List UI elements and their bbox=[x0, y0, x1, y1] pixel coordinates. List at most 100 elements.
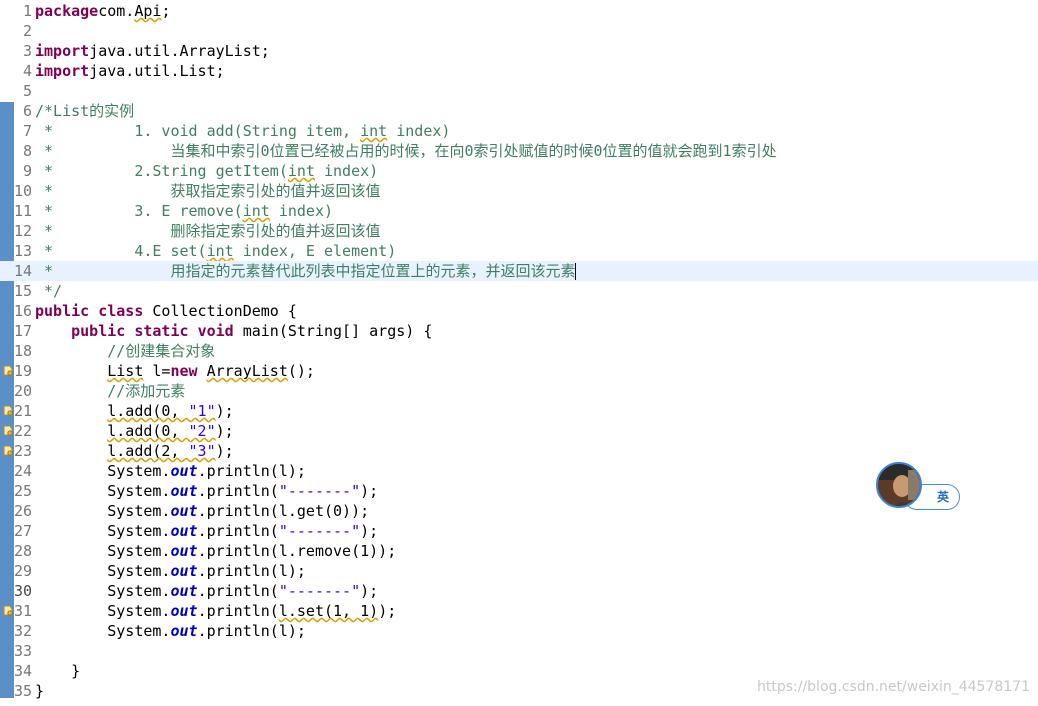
code-line[interactable]: 34 } bbox=[0, 661, 1038, 681]
line-number[interactable]: 18 bbox=[0, 341, 32, 361]
code-line[interactable]: 31 System.out.println(l.set(1, 1)); bbox=[0, 601, 1038, 621]
code-token: ; bbox=[161, 2, 171, 20]
code-token: (); bbox=[287, 362, 315, 380]
warning-marker-icon[interactable] bbox=[3, 605, 13, 616]
line-number[interactable]: 35 bbox=[0, 681, 32, 701]
code-line[interactable]: 13 * 4.E set(int index, E element) bbox=[0, 241, 1038, 261]
code-line[interactable]: 22 l.add(0, "2"); bbox=[0, 421, 1038, 441]
code-line[interactable]: 32 System.out.println(l); bbox=[0, 621, 1038, 641]
code-line[interactable]: 8 * 当集和中索引0位置已经被占用的时候，在向0索引处赋值的时候0位置的值就会… bbox=[0, 141, 1038, 161]
code-token: out bbox=[170, 582, 198, 600]
code-token: } bbox=[35, 682, 45, 700]
code-text: */ bbox=[35, 281, 62, 301]
code-token: "2" bbox=[188, 422, 216, 440]
code-text: * 当集和中索引0位置已经被占用的时候，在向0索引处赋值的时候0位置的值就会跑到… bbox=[35, 141, 777, 161]
line-number[interactable]: 29 bbox=[0, 561, 32, 581]
line-number[interactable]: 9 bbox=[0, 161, 32, 181]
line-number[interactable]: 20 bbox=[0, 381, 32, 401]
line-number[interactable]: 6 bbox=[0, 101, 32, 121]
line-number[interactable]: 5 bbox=[0, 81, 32, 101]
code-token: //添加元素 bbox=[35, 382, 186, 400]
line-number[interactable]: 2 bbox=[0, 21, 32, 41]
code-line[interactable]: 18 //创建集合对象 bbox=[0, 341, 1038, 361]
code-token: System. bbox=[35, 602, 171, 620]
line-number[interactable]: 11 bbox=[0, 201, 32, 221]
code-line[interactable]: 4 importjava.util.List; bbox=[0, 61, 1038, 81]
warning-marker-icon[interactable] bbox=[3, 425, 13, 436]
code-line[interactable]: 12 * 删除指定索引处的值并返回该值 bbox=[0, 221, 1038, 241]
line-number[interactable]: 16 bbox=[0, 301, 32, 321]
code-editor[interactable]: 1 packagecom.Api; 2 3 importjava.util.ArrayL… bbox=[0, 0, 1038, 706]
code-token: public bbox=[35, 302, 90, 320]
code-line[interactable]: 9 * 2.String getItem(int index) bbox=[0, 161, 1038, 181]
code-line[interactable]: 5 bbox=[0, 81, 1038, 101]
code-line[interactable]: 28 System.out.println(l.remove(1)); bbox=[0, 541, 1038, 561]
line-number[interactable]: 14 bbox=[0, 261, 32, 281]
code-line[interactable]: 3 importjava.util.ArrayList; bbox=[0, 41, 1038, 61]
code-token: out bbox=[170, 522, 198, 540]
code-text: * 获取指定索引处的值并返回该值 bbox=[35, 181, 380, 201]
code-line[interactable]: 23 l.add(2, "3"); bbox=[0, 441, 1038, 461]
code-token: l.set(1, 1) bbox=[278, 602, 379, 620]
warning-marker-icon[interactable] bbox=[3, 405, 13, 416]
line-number[interactable]: 1 bbox=[0, 1, 32, 21]
code-text: System.out.println(l.remove(1)); bbox=[35, 541, 396, 561]
code-token: out bbox=[170, 462, 198, 480]
code-token: import bbox=[35, 42, 90, 60]
code-token: System. bbox=[35, 522, 171, 540]
avatar[interactable] bbox=[876, 462, 922, 508]
line-number[interactable]: 30 bbox=[0, 581, 32, 601]
code-line[interactable]: 17 public static void main(String[] args… bbox=[0, 321, 1038, 341]
line-number[interactable]: 32 bbox=[0, 621, 32, 641]
line-number[interactable]: 10 bbox=[0, 181, 32, 201]
code-token: "-------" bbox=[278, 482, 361, 500]
line-number[interactable]: 25 bbox=[0, 481, 32, 501]
code-line[interactable]: 1 packagecom.Api; bbox=[0, 1, 1038, 21]
warning-marker-icon[interactable] bbox=[3, 365, 13, 376]
code-line[interactable]: 16 public class CollectionDemo { bbox=[0, 301, 1038, 321]
code-line[interactable]: 6/*List的实例 bbox=[0, 101, 1038, 121]
code-line[interactable]: 30 System.out.println("-------"); bbox=[0, 581, 1038, 601]
code-line[interactable]: 15 */ bbox=[0, 281, 1038, 301]
line-number[interactable]: 12 bbox=[0, 221, 32, 241]
code-token: "1" bbox=[188, 402, 216, 420]
code-line[interactable]: 27 System.out.println("-------"); bbox=[0, 521, 1038, 541]
code-text: System.out.println(l.get(0)); bbox=[35, 501, 369, 521]
code-line[interactable]: 2 bbox=[0, 21, 1038, 41]
line-number[interactable]: 13 bbox=[0, 241, 32, 261]
code-text: System.out.println(l.set(1, 1)); bbox=[35, 601, 396, 621]
line-number[interactable]: 8 bbox=[0, 141, 32, 161]
line-number[interactable]: 17 bbox=[0, 321, 32, 341]
code-token: ); bbox=[360, 522, 379, 540]
line-number[interactable]: 7 bbox=[0, 121, 32, 141]
warning-marker-icon[interactable] bbox=[3, 445, 13, 456]
code-token: ); bbox=[360, 582, 379, 600]
code-token: java.util.ArrayList; bbox=[89, 42, 270, 60]
code-token: out bbox=[170, 622, 198, 640]
line-number[interactable]: 24 bbox=[0, 461, 32, 481]
code-token: * 1. void add(String item, bbox=[35, 122, 361, 140]
code-line[interactable]: 29 System.out.println(l); bbox=[0, 561, 1038, 581]
code-line[interactable]: 19 List l=new ArrayList(); bbox=[0, 361, 1038, 381]
code-line[interactable]: 7 * 1. void add(String item, int index) bbox=[0, 121, 1038, 141]
code-line[interactable]: 33 bbox=[0, 641, 1038, 661]
line-number[interactable]: 27 bbox=[0, 521, 32, 541]
line-number[interactable]: 3 bbox=[0, 41, 32, 61]
line-number[interactable]: 34 bbox=[0, 661, 32, 681]
line-number[interactable]: 15 bbox=[0, 281, 32, 301]
line-number[interactable]: 28 bbox=[0, 541, 32, 561]
code-line[interactable]: 11 * 3. E remove(int index) bbox=[0, 201, 1038, 221]
code-token: index) bbox=[269, 202, 334, 220]
line-number[interactable]: 26 bbox=[0, 501, 32, 521]
code-line[interactable]: 21 l.add(0, "1"); bbox=[0, 401, 1038, 421]
code-token: * 删除指定索引处的值并返回该值 bbox=[35, 222, 381, 240]
line-number[interactable]: 4 bbox=[0, 61, 32, 81]
code-line[interactable]: 14 * 用指定的元素替代此列表中指定位置上的元素，并返回该元素 bbox=[0, 261, 1038, 281]
ime-floating-widget[interactable]: 英 bbox=[876, 462, 960, 512]
code-token: l= bbox=[143, 362, 171, 380]
code-line[interactable]: 20 //添加元素 bbox=[0, 381, 1038, 401]
line-number[interactable]: 33 bbox=[0, 641, 32, 661]
code-token: main(String[] args) { bbox=[233, 322, 433, 340]
code-line[interactable]: 10 * 获取指定索引处的值并返回该值 bbox=[0, 181, 1038, 201]
